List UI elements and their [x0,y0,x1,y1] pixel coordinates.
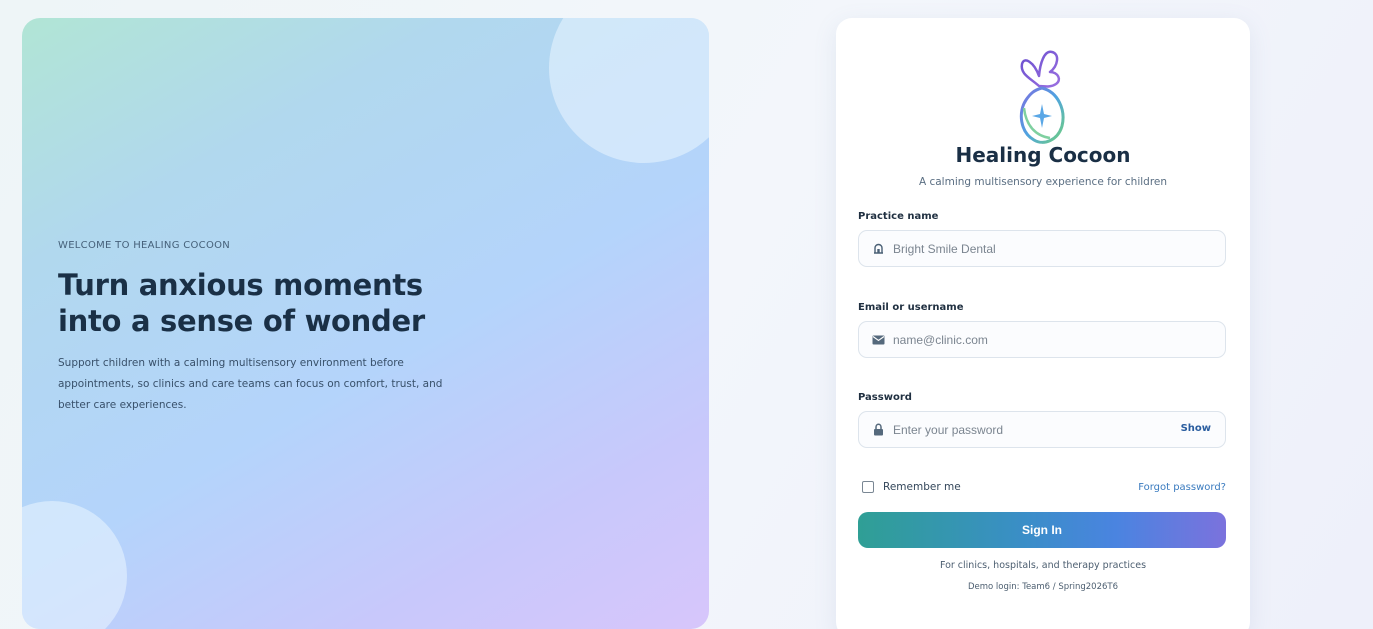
sign-in-button[interactable]: Sign In [858,512,1226,548]
decorative-circle-bottom [22,501,127,629]
forgot-password-link[interactable]: Forgot password? [1138,482,1226,493]
practice-name-label: Practice name [858,211,939,222]
practice-name-field[interactable] [858,230,1226,267]
practice-name-input[interactable] [893,231,1225,266]
login-card: Healing Cocoon A calming multisensory ex… [836,18,1250,629]
remember-me-checkbox[interactable] [862,481,874,493]
building-icon [871,242,885,256]
lock-icon [871,423,885,437]
hero-content: WELCOME TO HEALING COCOON Turn anxious m… [58,240,458,416]
show-password-button[interactable]: Show [1181,423,1211,434]
remember-me[interactable]: Remember me [862,481,961,493]
remember-me-label: Remember me [883,481,961,493]
email-label: Email or username [858,302,964,313]
email-input[interactable] [893,322,1225,357]
password-field[interactable]: Show [858,411,1226,448]
footer-audience-text: For clinics, hospitals, and therapy prac… [939,560,1147,571]
hero-panel: WELCOME TO HEALING COCOON Turn anxious m… [22,18,709,629]
password-input[interactable] [893,412,1225,447]
hero-headline: Turn anxious moments into a sense of won… [58,267,458,339]
butterfly-cocoon-logo-icon [1019,50,1065,144]
brand-tagline: A calming multisensory experience for ch… [918,176,1168,188]
hero-description: Support children with a calming multisen… [58,357,443,411]
hero-eyebrow: WELCOME TO HEALING COCOON [58,240,231,251]
email-field[interactable] [858,321,1226,358]
hero-headline-line1: Turn anxious moments [58,268,423,302]
brand-name: Healing Cocoon [955,143,1131,167]
password-label: Password [858,392,912,403]
envelope-icon [871,333,885,347]
footer-demo-login: Demo login: Team6 / Spring2026T6 [967,582,1119,592]
hero-headline-line2: into a sense of wonder [58,304,425,338]
decorative-circle-top [549,18,709,163]
